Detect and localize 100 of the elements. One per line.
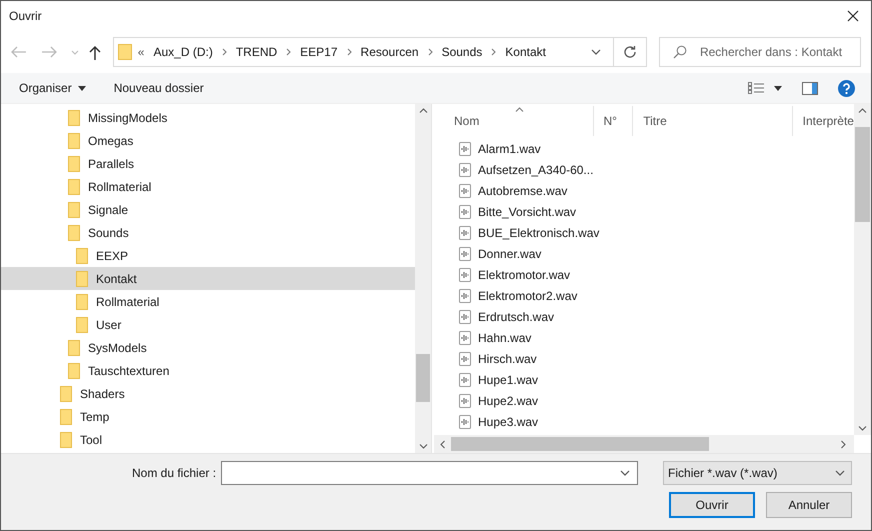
- folder-tree-item[interactable]: Tauschtexturen: [1, 359, 415, 382]
- scrollbar-thumb[interactable]: [451, 437, 709, 451]
- breadcrumb[interactable]: Resourcen: [360, 45, 420, 59]
- folder-tree-item[interactable]: Rollmaterial: [1, 175, 415, 198]
- column-header[interactable]: Nom: [444, 106, 594, 136]
- file-list-item[interactable]: Hupe1.wav: [434, 369, 854, 390]
- folder-icon: [60, 408, 72, 424]
- file-list-item[interactable]: Elektromotor2.wav: [434, 285, 854, 306]
- breadcrumb[interactable]: EEP17: [299, 45, 339, 59]
- folder-tree-item[interactable]: Rollmaterial: [1, 290, 415, 313]
- folder-tree-item[interactable]: Kontakt: [1, 267, 415, 290]
- file-list-item[interactable]: Hirsch.wav: [434, 348, 854, 369]
- caret-icon: [78, 86, 86, 90]
- audio-file-icon: [459, 310, 471, 324]
- file-list-item[interactable]: Hupe2.wav: [434, 390, 854, 411]
- filename-field[interactable]: [221, 461, 638, 485]
- sort-ascending-icon: [515, 107, 524, 112]
- breadcrumb[interactable]: Kontakt: [504, 45, 547, 59]
- filename-label: Nom du fichier :: [132, 466, 216, 480]
- column-header[interactable]: N°: [594, 106, 634, 136]
- audio-file-icon: [459, 414, 471, 428]
- folder-icon: [68, 224, 80, 240]
- vertical-scrollbar[interactable]: [415, 104, 431, 453]
- view-options-icon[interactable]: [748, 82, 764, 94]
- help-icon[interactable]: [838, 80, 855, 96]
- file-list-item[interactable]: Aufsetzen_A340-60...: [434, 159, 854, 180]
- audio-file-icon: [459, 204, 471, 218]
- audio-file-icon: [459, 330, 471, 344]
- organize-menu-button[interactable]: Organiser: [13, 78, 92, 98]
- audio-file-icon: [459, 162, 471, 176]
- scrollbar-thumb[interactable]: [416, 354, 430, 402]
- breadcrumb[interactable]: Sounds: [440, 45, 484, 59]
- up-arrow-icon[interactable]: [88, 44, 101, 60]
- file-list-item[interactable]: Hahn.wav: [434, 327, 854, 348]
- preview-pane-icon[interactable]: [802, 82, 818, 94]
- breadcrumb[interactable]: Aux_D (D:): [152, 45, 214, 59]
- folder-tree-item[interactable]: User: [1, 313, 415, 336]
- chevron-right-icon[interactable]: [222, 48, 227, 56]
- scroll-up-icon[interactable]: [418, 108, 428, 113]
- file-list-item[interactable]: BUE_Elektronisch.wav: [434, 222, 854, 243]
- file-list-item[interactable]: Elektromotor.wav: [434, 264, 854, 285]
- new-folder-button[interactable]: Nouveau dossier: [108, 78, 210, 98]
- vertical-scrollbar[interactable]: [854, 104, 871, 435]
- folder-icon: [68, 110, 80, 126]
- chevron-right-icon[interactable]: [491, 48, 496, 56]
- folder-tree-item[interactable]: Temp: [1, 405, 415, 428]
- folder-tree-item[interactable]: Omegas: [1, 129, 415, 152]
- caret-icon[interactable]: [774, 86, 782, 90]
- column-header[interactable]: Titre: [633, 106, 793, 136]
- folder-tree-item[interactable]: Tool: [1, 428, 415, 451]
- folder-icon: [68, 340, 80, 356]
- chevron-right-icon[interactable]: [428, 48, 433, 56]
- file-list-item[interactable]: Hupe3.wav: [434, 411, 854, 432]
- folder-tree-item[interactable]: MissingModels: [1, 106, 415, 129]
- folder-icon: [60, 386, 72, 402]
- scroll-right-icon[interactable]: [841, 440, 846, 448]
- scrollbar-thumb[interactable]: [855, 127, 870, 222]
- search-field[interactable]: Rechercher dans : Kontakt: [658, 37, 861, 67]
- column-header[interactable]: Interprète: [792, 106, 854, 136]
- scroll-down-icon[interactable]: [418, 444, 428, 449]
- folder-icon: [76, 316, 88, 332]
- cancel-button[interactable]: Annuler: [766, 492, 852, 518]
- scroll-up-icon[interactable]: [858, 108, 867, 113]
- chevron-right-icon[interactable]: [346, 48, 352, 56]
- open-button[interactable]: Ouvrir: [669, 492, 755, 518]
- file-list-item[interactable]: Autobremse.wav: [434, 180, 854, 201]
- file-list-item[interactable]: Alarm1.wav: [434, 138, 854, 159]
- overflow-chevron[interactable]: «: [138, 45, 144, 59]
- refresh-icon: [622, 45, 637, 59]
- folder-icon: [68, 132, 80, 148]
- folder-tree-item[interactable]: Signale: [1, 198, 415, 221]
- breadcrumb[interactable]: TREND: [234, 45, 278, 59]
- scroll-left-icon[interactable]: [440, 440, 445, 448]
- file-list-item[interactable]: Donner.wav: [434, 243, 854, 264]
- audio-file-icon: [459, 394, 471, 408]
- file-type-dropdown[interactable]: Fichier *.wav (*.wav): [663, 461, 852, 485]
- folder-icon: [60, 432, 72, 448]
- folder-tree-item[interactable]: SysModels: [1, 336, 415, 359]
- chevron-down-icon[interactable]: [620, 470, 630, 476]
- search-icon: [672, 45, 687, 59]
- folder-tree-item[interactable]: Shaders: [1, 382, 415, 405]
- address-bar[interactable]: « Aux_D (D:) TREND EEP17 Resourcen Sounds Kontakt: [112, 37, 647, 67]
- file-list-item[interactable]: Erdrutsch.wav: [434, 306, 854, 327]
- audio-file-icon: [459, 372, 471, 386]
- folder-icon: [76, 270, 88, 286]
- chevron-right-icon[interactable]: [286, 48, 292, 56]
- close-icon[interactable]: [847, 10, 859, 22]
- chevron-down-icon[interactable]: [590, 49, 601, 55]
- folder-icon: [76, 248, 88, 264]
- file-list-item[interactable]: Bitte_Vorsicht.wav: [434, 201, 854, 222]
- folder-tree-item[interactable]: Sounds: [1, 221, 415, 244]
- folder-tree-item[interactable]: EEXP: [1, 244, 415, 267]
- scroll-down-icon[interactable]: [858, 426, 867, 431]
- folder-icon: [118, 44, 132, 60]
- audio-file-icon: [459, 184, 471, 198]
- horizontal-scrollbar[interactable]: [434, 435, 854, 453]
- window-title: Ouvrir: [9, 9, 42, 23]
- audio-file-icon: [459, 288, 471, 302]
- audio-file-icon: [459, 142, 471, 156]
- folder-tree-item[interactable]: Parallels: [1, 152, 415, 175]
